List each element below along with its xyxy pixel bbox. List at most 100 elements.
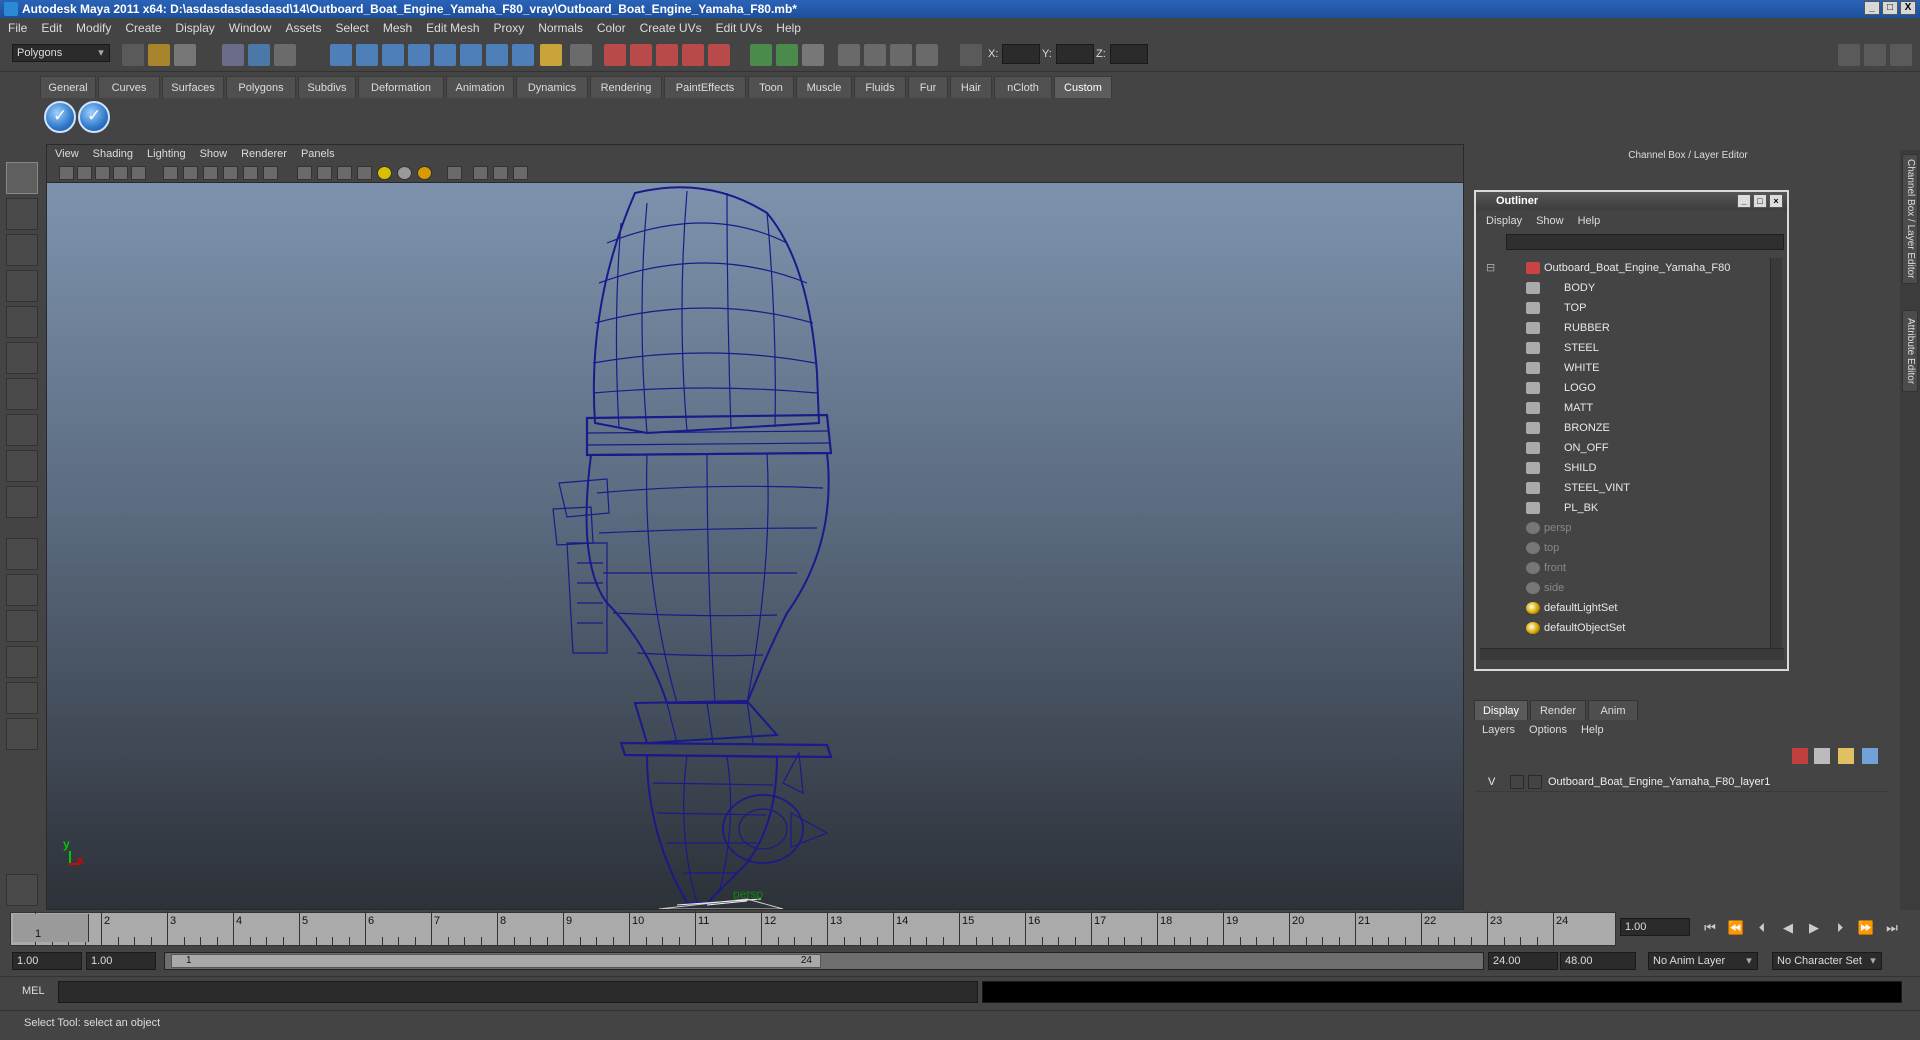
x-field[interactable] [1002,44,1040,64]
range-slider[interactable]: 1 24 [164,952,1484,970]
outliner-item-side[interactable]: side [1480,578,1770,598]
range-slider-handle[interactable]: 1 24 [171,954,821,968]
help-icon[interactable] [512,44,534,66]
layer-visibility-toggle[interactable]: V [1488,772,1495,792]
viewport-menu-renderer[interactable]: Renderer [241,148,287,160]
channel-box-toggle-icon[interactable] [1890,44,1912,66]
layer-row[interactable]: V Outboard_Boat_Engine_Yamaha_F80_layer1 [1476,772,1888,792]
lasso-tool-icon[interactable] [6,198,38,230]
wireframe-shading-icon[interactable] [297,166,312,180]
outliner-vertical-scrollbar[interactable] [1770,258,1782,650]
layer-tab-anim[interactable]: Anim [1588,700,1638,720]
side-tab-channel-box[interactable]: Channel Box / Layer Editor [1902,154,1918,284]
time-slider[interactable]: 123456789101112131415161718192021222324 [10,911,1616,946]
maximize-button[interactable]: □ [1882,1,1898,15]
magnet-icon[interactable] [604,44,626,66]
camera-attributes-icon[interactable] [77,166,92,180]
bookmark-icon[interactable] [95,166,110,180]
shelf-tab-surfaces[interactable]: Surfaces [162,76,224,98]
step-forward-key-icon[interactable]: ⏵ [1830,918,1850,938]
scene-icon[interactable] [6,874,38,906]
field-chart-icon[interactable] [223,166,238,180]
anim-end-field[interactable]: 24.00 [1488,952,1558,970]
film-gate-icon[interactable] [163,166,178,180]
select-component-icon[interactable] [274,44,296,66]
outliner-close-button[interactable]: × [1769,194,1783,208]
layer-tab-render[interactable]: Render [1530,700,1586,720]
start-time-field[interactable]: 1.00 [12,952,82,970]
menu-edit-uvs[interactable]: Edit UVs [716,21,763,35]
snap-view-plane-icon[interactable] [408,44,430,66]
tool-settings-toggle-icon[interactable] [1864,44,1886,66]
layer-menu-help[interactable]: Help [1581,724,1604,736]
outliner-item-rubber[interactable]: RUBBER [1480,318,1770,338]
safe-action-icon[interactable] [243,166,258,180]
single-pane-layout-icon[interactable] [6,538,38,570]
anim-layer-dropdown[interactable]: No Anim Layer ▾ [1648,952,1758,970]
snap-point-icon[interactable] [382,44,404,66]
move-tool-icon[interactable] [6,270,38,302]
step-back-key-icon[interactable]: ⏴ [1752,918,1772,938]
outliner-window[interactable]: Outliner _ □ × Display Show Help ⊟ Outbo… [1474,190,1789,671]
shelf-tab-fur[interactable]: Fur [908,76,948,98]
scale-tool-icon[interactable] [6,342,38,374]
play-backward-icon[interactable]: ◀ [1778,918,1798,938]
all-lights-icon[interactable] [397,166,412,180]
viewport-menu-shading[interactable]: Shading [93,148,133,160]
anim-start-field[interactable]: 1.00 [86,952,156,970]
image-plane-icon[interactable] [113,166,128,180]
render-view-icon[interactable] [750,44,772,66]
construction-history-icon[interactable] [460,44,482,66]
outliner-item-top[interactable]: TOP [1480,298,1770,318]
layer-menu-layers[interactable]: Layers [1482,724,1515,736]
viewport-menu-panels[interactable]: Panels [301,148,335,160]
snapshot-icon[interactable] [916,44,938,66]
outliner-item-front[interactable]: front [1480,558,1770,578]
shelf-button-1[interactable]: ✓ [44,101,76,133]
new-layer-selected-icon[interactable] [1792,748,1808,764]
play-forward-icon[interactable]: ▶ [1804,918,1824,938]
transform-field-icon[interactable] [960,44,982,66]
hypershade-icon[interactable] [838,44,860,66]
end-time-field[interactable]: 48.00 [1560,952,1636,970]
xray-joints-icon[interactable] [493,166,508,180]
outliner-item-default-light-set[interactable]: defaultLightSet [1480,598,1770,618]
render-frame-icon[interactable] [776,44,798,66]
close-button[interactable]: X [1900,1,1916,15]
outliner-filter-field[interactable] [1506,234,1784,250]
shelf-tab-animation[interactable]: Animation [446,76,514,98]
outliner-maximize-button[interactable]: □ [1753,194,1767,208]
outliner-item-root[interactable]: ⊟ Outboard_Boat_Engine_Yamaha_F80 [1480,258,1770,278]
shadows-icon[interactable] [417,166,432,180]
layer-menu-options[interactable]: Options [1529,724,1567,736]
snap-curve-icon[interactable] [356,44,378,66]
shelf-tab-polygons[interactable]: Polygons [226,76,296,98]
menu-display[interactable]: Display [175,21,214,35]
outliner-item-logo[interactable]: LOGO [1480,378,1770,398]
shelf-tab-dynamics[interactable]: Dynamics [516,76,588,98]
high-quality-icon[interactable] [513,166,528,180]
isolate-select-icon[interactable] [447,166,462,180]
soft-mod-tool-icon[interactable] [6,414,38,446]
viewport-menu-view[interactable]: View [55,148,79,160]
gate-mask-icon[interactable] [203,166,218,180]
outliner-item-matt[interactable]: MATT [1480,398,1770,418]
select-tool-icon[interactable] [6,162,38,194]
attribute-editor-toggle-icon[interactable] [1838,44,1860,66]
outliner-item-on-off[interactable]: ON_OFF [1480,438,1770,458]
menu-normals[interactable]: Normals [538,21,583,35]
layer-tab-display[interactable]: Display [1474,700,1528,720]
outliner-menu-display[interactable]: Display [1486,215,1522,227]
outliner-item-steel-vint[interactable]: STEEL_VINT [1480,478,1770,498]
xray-icon[interactable] [473,166,488,180]
default-lighting-icon[interactable] [377,166,392,180]
perspective-viewport[interactable]: View Shading Lighting Show Renderer Pane… [46,144,1464,910]
shelf-tab-curves[interactable]: Curves [98,76,160,98]
menu-edit-mesh[interactable]: Edit Mesh [426,21,479,35]
outliner-horizontal-scrollbar[interactable] [1480,648,1784,660]
magnet-live-icon[interactable] [708,44,730,66]
smooth-shading-icon[interactable] [317,166,332,180]
shelf-tab-custom[interactable]: Custom [1054,76,1112,98]
menu-file[interactable]: File [8,21,27,35]
shelf-tab-fluids[interactable]: Fluids [854,76,906,98]
